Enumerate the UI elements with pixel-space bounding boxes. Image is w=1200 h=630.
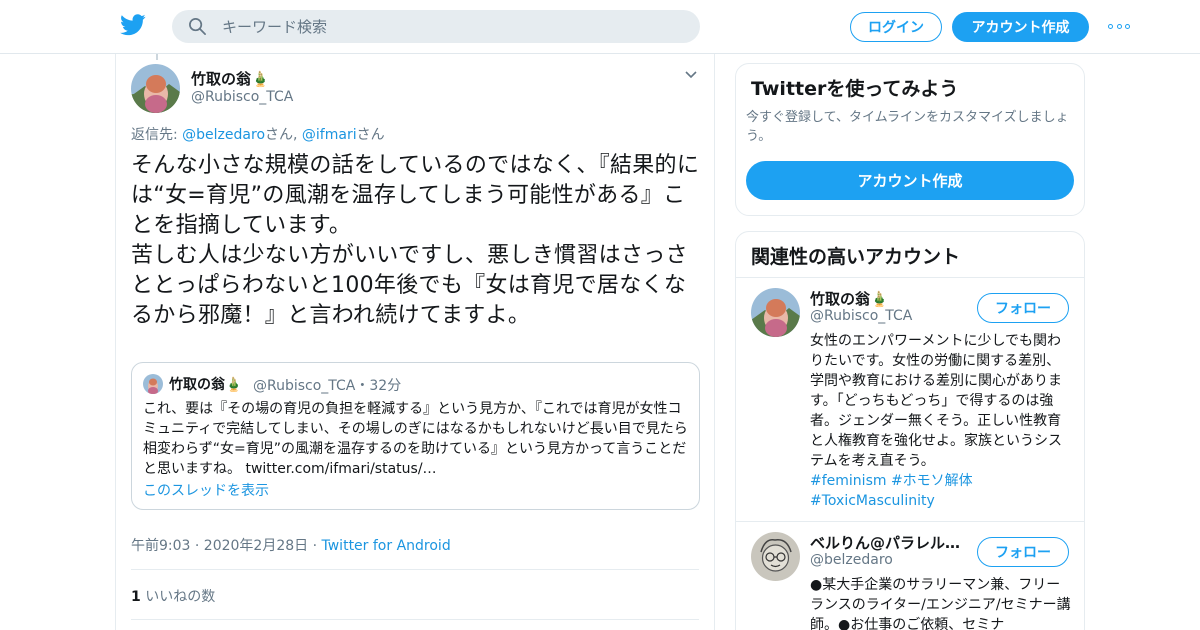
avatar[interactable] [751, 532, 800, 581]
account-handle[interactable]: @Rubisco_TCA [810, 308, 912, 324]
reply-separator: , [293, 127, 302, 143]
follow-button[interactable]: フォロー [977, 537, 1069, 567]
likes-label: いいねの数 [140, 589, 216, 605]
reply-to: 返信先: @belzedaroさん, @ifmariさん [131, 124, 385, 144]
quoted-author-handle: @Rubisco_TCA・32分 [253, 378, 402, 394]
related-accounts-card: 関連性の高いアカウント 竹取の翁🎍 @Rubisco_TCA フォロー 女性のエ… [735, 231, 1085, 630]
reply-prefix: 返信先: [131, 127, 183, 143]
reply-honorific: さん [356, 127, 385, 143]
quoted-author-name: 竹取の翁🎍 [169, 377, 243, 393]
account-name[interactable]: ベルりん@パラレルワーカー [810, 532, 970, 553]
reply-user-link[interactable]: @ifmari [302, 127, 357, 143]
reply-user-link[interactable]: @belzedaro [182, 127, 265, 143]
divider [736, 521, 1084, 522]
create-account-button[interactable]: アカウント作成 [746, 161, 1074, 200]
account-name[interactable]: 竹取の翁🎍 [810, 288, 889, 309]
divider [131, 569, 699, 570]
tweet-column: 竹取の翁🎍 @Rubisco_TCA 返信先: @belzedaroさん, @i… [115, 54, 715, 630]
account-bio: 女性のエンパワーメントに少しでも関わりたいです。女性の労働に関する差別、学問や教… [810, 331, 1072, 511]
avatar[interactable] [131, 64, 180, 113]
show-thread-link[interactable]: このスレッドを表示 [143, 480, 269, 500]
account-bio: ●某大手企業のサラリーマン兼、フリーランスのライター/エンジニア/セミナー講師。… [810, 577, 1071, 630]
signup-card-subtitle: 今すぐ登録して、タイムラインをカスタマイズしましょう。 [746, 110, 1069, 144]
chevron-down-icon[interactable] [684, 70, 698, 80]
divider [736, 277, 1084, 278]
account-hashtags[interactable]: #feminism #ホモソ解体 #ToxicMasculinity [810, 473, 973, 509]
reply-honorific: さん [265, 127, 294, 143]
likes-number: 1 [131, 589, 141, 605]
divider [131, 619, 699, 620]
tweet-text: そんな小さな規模の話をしているのではなく、『結果的には“女=育児”の風潮を温存し… [131, 153, 700, 328]
thread-line [156, 54, 158, 60]
avatar[interactable] [751, 288, 800, 337]
search-icon [189, 18, 206, 35]
tweet-timestamp[interactable]: 午前9:03 · 2020年2月28日 · [131, 538, 322, 554]
likes-count[interactable]: 1 いいねの数 [131, 586, 215, 606]
search-box[interactable] [172, 10, 700, 43]
author-name[interactable]: 竹取の翁🎍 [191, 68, 270, 89]
account-bio-text: 女性のエンパワーメントに少しでも関わりたいです。女性の労働に関する差別、学問や教… [810, 333, 1062, 469]
signup-button[interactable]: アカウント作成 [952, 12, 1089, 42]
author-handle[interactable]: @Rubisco_TCA [191, 89, 293, 105]
signup-card-title: Twitterを使ってみよう [751, 78, 959, 100]
tweet-meta: 午前9:03 · 2020年2月28日 · Twitter for Androi… [131, 535, 451, 555]
follow-button[interactable]: フォロー [977, 293, 1069, 323]
quoted-tweet[interactable]: 竹取の翁🎍 @Rubisco_TCA・32分 これ、要は『その場の育児の負担を軽… [131, 362, 700, 510]
quoted-tweet-text: これ、要は『その場の育児の負担を軽減する』という見方か、『これでは育児が女性コミ… [143, 401, 688, 477]
top-bar: ログイン アカウント作成 [0, 0, 1200, 54]
tweet-source-link[interactable]: Twitter for Android [322, 538, 451, 554]
more-dots-icon[interactable] [1108, 19, 1130, 33]
account-handle[interactable]: @belzedaro [810, 552, 893, 568]
search-input[interactable] [222, 10, 682, 43]
signup-card: Twitterを使ってみよう 今すぐ登録して、タイムラインをカスタマイズしましょ… [735, 63, 1085, 216]
twitter-bird-icon[interactable] [120, 14, 146, 36]
related-accounts-title: 関連性の高いアカウント [751, 246, 961, 268]
login-button[interactable]: ログイン [850, 12, 942, 42]
avatar [143, 374, 163, 394]
